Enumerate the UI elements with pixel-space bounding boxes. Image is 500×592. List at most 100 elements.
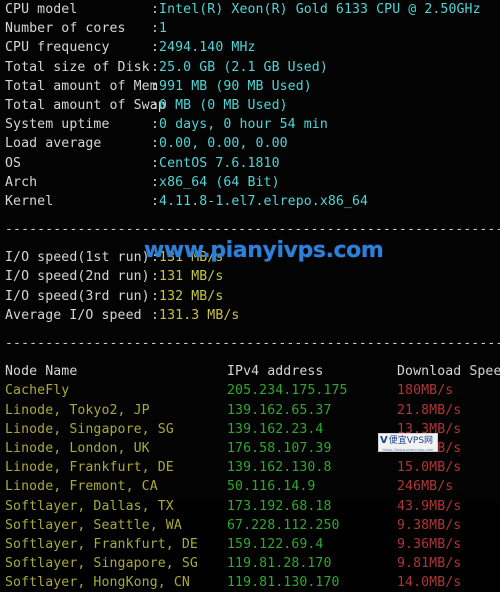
- cell-ipv4: 173.192.68.18: [227, 498, 332, 514]
- table-row: Linode, Tokyo2, JP 139.162.65.37 21.8MB/s: [0, 401, 500, 420]
- info-colon: :: [151, 78, 160, 94]
- table-row: Linode, Singapore, SG 139.162.23.4 13.3MB/…: [0, 420, 500, 439]
- table-row: CacheFly 205.234.175.175 180MB/s: [0, 381, 500, 400]
- cell-node-name: CacheFly: [5, 383, 70, 399]
- cell-node-name: Softlayer, Singapore, SG: [5, 556, 198, 572]
- info-row: OS:CentOS 7.6.1810: [0, 154, 500, 173]
- info-value: 1: [159, 21, 168, 37]
- io-row: Average I/O speed:131.3 MB/s: [0, 306, 500, 325]
- cell-ipv4: 139.162.130.8: [227, 460, 332, 476]
- node-speed-table: Node Name IPv4 address Download Speed Cach…: [0, 362, 500, 592]
- io-colon: :: [151, 250, 160, 266]
- cell-ipv4: 139.162.65.37: [227, 402, 332, 418]
- cell-node-name: Linode, Frankfurt, DE: [5, 460, 174, 476]
- cell-ipv4: 119.81.130.170: [227, 575, 340, 591]
- info-label: System uptime: [5, 117, 110, 133]
- info-colon: :: [151, 21, 160, 37]
- io-value: 131 MB/s: [159, 269, 224, 285]
- info-value: x86_64 (64 Bit): [159, 174, 280, 190]
- info-label: Total amount of Mem: [5, 78, 158, 94]
- io-row: I/O speed(3rd run):132 MB/s: [0, 287, 500, 306]
- cell-node-name: Softlayer, Seattle, WA: [5, 517, 182, 533]
- table-row: Linode, London, UK 176.58.107.39 16.4MB/s: [0, 439, 500, 458]
- info-label: Total amount of Swap: [5, 97, 166, 113]
- info-colon: :: [151, 59, 160, 75]
- io-label: Average I/O speed: [5, 307, 142, 323]
- io-value: 132 MB/s: [159, 288, 224, 304]
- cell-speed: 9.36MB/s: [397, 536, 462, 552]
- info-colon: :: [151, 193, 160, 209]
- info-value: 0 MB (0 MB Used): [159, 97, 288, 113]
- cell-speed: 21.8MB/s: [397, 402, 462, 418]
- cell-speed: 180MB/s: [397, 383, 454, 399]
- info-label: Number of cores: [5, 21, 126, 37]
- cell-node-name: Softlayer, HongKong, CN: [5, 575, 190, 591]
- io-colon: :: [151, 307, 160, 323]
- info-label: CPU frequency: [5, 40, 110, 56]
- table-row: Softlayer, HongKong, CN 119.81.130.170 14.…: [0, 573, 500, 592]
- cell-ipv4: 50.116.14.9: [227, 479, 316, 495]
- info-label: Arch: [5, 174, 38, 190]
- io-speed-block: I/O speed(1st run):131 MB/s I/O speed(2n…: [0, 248, 500, 325]
- header-download-speed: Download Speed: [397, 364, 500, 380]
- cell-node-name: Linode, Tokyo2, JP: [5, 402, 150, 418]
- info-colon: :: [151, 2, 160, 17]
- info-row: Total amount of Mem:991 MB (90 MB Used): [0, 77, 500, 96]
- info-row: Kernel:4.11.8-1.el7.elrepo.x86_64: [0, 192, 500, 211]
- info-value: 25.0 GB (2.1 GB Used): [159, 59, 328, 75]
- cell-ipv4: 176.58.107.39: [227, 440, 332, 456]
- cell-speed: 14.0MB/s: [397, 575, 462, 591]
- info-row: CPU frequency:2494.140 MHz: [0, 38, 500, 57]
- io-label: I/O speed(1st run): [5, 250, 150, 266]
- cell-speed: 246MB/s: [397, 479, 454, 495]
- io-value: 131.3 MB/s: [159, 307, 240, 323]
- info-colon: :: [151, 174, 160, 190]
- cell-ipv4: 119.81.28.170: [227, 556, 332, 572]
- cell-speed: 9.38MB/s: [397, 517, 462, 533]
- info-value: 4.11.8-1.el7.elrepo.x86_64: [159, 193, 369, 209]
- cell-ipv4: 205.234.175.175: [227, 383, 348, 399]
- info-value: CentOS 7.6.1810: [159, 155, 280, 171]
- cell-ipv4: 139.162.23.4: [227, 421, 324, 437]
- table-row: Softlayer, Singapore, SG 119.81.28.170 9.8…: [0, 554, 500, 573]
- table-row: Linode, Fremont, CA 50.116.14.9 246MB/s: [0, 477, 500, 496]
- table-row: Softlayer, Seattle, WA 67.228.112.250 9.38…: [0, 516, 500, 535]
- io-label: I/O speed(2nd run): [5, 269, 150, 285]
- info-value: 0 days, 0 hour 54 min: [159, 117, 328, 133]
- info-label: Kernel: [5, 193, 54, 209]
- cell-node-name: Linode, Fremont, CA: [5, 479, 158, 495]
- cell-ipv4: 159.122.69.4: [227, 536, 324, 552]
- info-colon: :: [151, 40, 160, 56]
- io-colon: :: [151, 288, 160, 304]
- cell-node-name: Linode, London, UK: [5, 440, 150, 456]
- info-colon: :: [151, 155, 160, 171]
- cell-speed: 13.3MB/s: [397, 421, 462, 437]
- table-row: Softlayer, Frankfurt, DE 159.122.69.4 9.36…: [0, 535, 500, 554]
- info-label: Load average: [5, 136, 102, 152]
- cell-speed: 43.9MB/s: [397, 498, 462, 514]
- info-value: 0.00, 0.00, 0.00: [159, 136, 288, 152]
- table-row: Linode, Frankfurt, DE 139.162.130.8 15.0MB…: [0, 458, 500, 477]
- info-colon: :: [151, 117, 160, 133]
- info-label: OS: [5, 155, 22, 171]
- table-header-row: Node Name IPv4 address Download Speed: [0, 362, 500, 381]
- cell-speed: 16.4MB/s: [397, 440, 462, 456]
- info-row: Number of cores:1: [0, 19, 500, 38]
- info-row: Total size of Disk:25.0 GB (2.1 GB Used): [0, 58, 500, 77]
- info-label: CPU model: [5, 2, 78, 17]
- info-value: 2494.140 MHz: [159, 40, 256, 56]
- io-colon: :: [151, 269, 160, 285]
- io-label: I/O speed(3rd run): [5, 288, 150, 304]
- header-ipv4-address: IPv4 address: [227, 364, 324, 380]
- terminal-window: CPU model:Intel(R) Xeon(R) Gold 6133 CPU…: [0, 0, 500, 590]
- info-value: Intel(R) Xeon(R) Gold 6133 CPU @ 2.50GHz: [159, 2, 481, 17]
- info-row: CPU model:Intel(R) Xeon(R) Gold 6133 CPU…: [0, 0, 500, 19]
- info-value: 991 MB (90 MB Used): [159, 78, 312, 94]
- info-row: System uptime:0 days, 0 hour 54 min: [0, 115, 500, 134]
- info-colon: :: [151, 97, 160, 113]
- cell-node-name: Linode, Singapore, SG: [5, 421, 174, 437]
- cell-speed: 9.81MB/s: [397, 556, 462, 572]
